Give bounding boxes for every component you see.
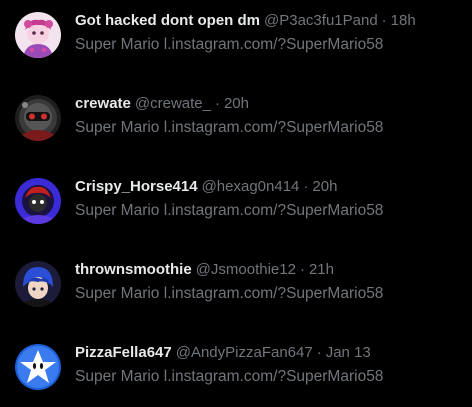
timestamp[interactable]: 21h (309, 259, 334, 281)
tweet-link[interactable]: l.instagram.com/?SuperMario58 (164, 368, 384, 385)
separator-dot: · (303, 178, 309, 195)
tweet-text: Super Mario l.instagram.com/?SuperMario5… (75, 366, 420, 388)
display-name[interactable]: Crispy_Horse414 (75, 176, 198, 198)
tweet-text-prefix: Super Mario (75, 285, 160, 302)
user-handle[interactable]: @Jsmoothie12 (196, 259, 296, 281)
display-name[interactable]: thrownsmoothie (75, 259, 192, 281)
tweet-text-prefix: Super Mario (75, 368, 160, 385)
avatar[interactable] (15, 344, 61, 390)
timestamp[interactable]: 18h (391, 10, 416, 32)
tweet-header: PizzaFella647 @AndyPizzaFan647 · Jan 13 (75, 342, 455, 364)
avatar[interactable] (15, 261, 61, 307)
timestamp[interactable]: 20h (312, 176, 337, 198)
result-row[interactable]: PizzaFella647 @AndyPizzaFan647 · Jan 13 Sup… (0, 342, 472, 402)
white-star-avatar-icon (15, 344, 61, 390)
user-handle[interactable]: @P3ac3fu1Pand (264, 10, 378, 32)
result-row[interactable]: thrownsmoothie @Jsmoothie12 · 21h Super Mar… (0, 259, 472, 319)
user-handle[interactable]: @AndyPizzaFan647 (176, 342, 313, 364)
separator-dot: · (214, 95, 220, 112)
separator-dot: · (316, 344, 322, 361)
tweet-text: Super Mario l.instagram.com/?SuperMario5… (75, 283, 420, 305)
result-row[interactable]: Got hacked dont open dm @P3ac3fu1Pand · 18h… (0, 10, 472, 70)
user-handle[interactable]: @crewate_ (135, 93, 211, 115)
tweet-link[interactable]: l.instagram.com/?SuperMario58 (164, 36, 384, 53)
tweet-text: Super Mario l.instagram.com/?SuperMario5… (75, 34, 420, 56)
blue-hair-character-avatar-icon (15, 261, 61, 307)
display-name[interactable]: Got hacked dont open dm (75, 10, 260, 32)
timestamp[interactable]: Jan 13 (326, 342, 371, 364)
tweet-header: crewate @crewate_ · 20h (75, 93, 455, 115)
timestamp[interactable]: 20h (224, 93, 249, 115)
tweet-text: Super Mario l.instagram.com/?SuperMario5… (75, 200, 420, 222)
avatar[interactable] (15, 95, 61, 141)
tweet-text-prefix: Super Mario (75, 202, 160, 219)
user-handle[interactable]: @hexag0n414 (202, 176, 300, 198)
tweet-header: thrownsmoothie @Jsmoothie12 · 21h (75, 259, 455, 281)
separator-dot: · (299, 261, 305, 278)
tweet-link[interactable]: l.instagram.com/?SuperMario58 (164, 285, 384, 302)
dark-robot-avatar-icon (15, 95, 61, 141)
purple-character-avatar-icon (15, 178, 61, 224)
tweet-header: Got hacked dont open dm @P3ac3fu1Pand · 18h (75, 10, 455, 32)
tweet-text: Super Mario l.instagram.com/?SuperMario5… (75, 117, 420, 139)
result-row[interactable]: Crispy_Horse414 @hexag0n414 · 20h Super Mar… (0, 176, 472, 236)
tweet-link[interactable]: l.instagram.com/?SuperMario58 (164, 202, 384, 219)
avatar[interactable] (15, 178, 61, 224)
tweet-link[interactable]: l.instagram.com/?SuperMario58 (164, 119, 384, 136)
separator-dot: · (381, 12, 387, 29)
tweet-header: Crispy_Horse414 @hexag0n414 · 20h (75, 176, 455, 198)
avatar[interactable] (15, 12, 61, 58)
pink-character-avatar-icon (15, 12, 61, 58)
tweet-text-prefix: Super Mario (75, 119, 160, 136)
display-name[interactable]: PizzaFella647 (75, 342, 172, 364)
result-row[interactable]: crewate @crewate_ · 20h Super Mario l.insta… (0, 93, 472, 153)
display-name[interactable]: crewate (75, 93, 131, 115)
tweet-text-prefix: Super Mario (75, 36, 160, 53)
